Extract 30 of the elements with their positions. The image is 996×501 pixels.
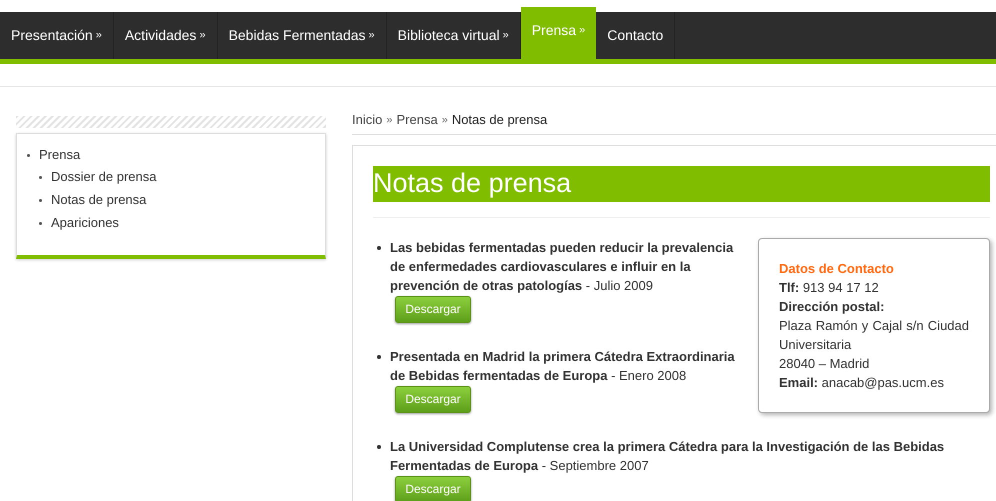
sidebar-link[interactable]: Apariciones bbox=[51, 214, 119, 232]
sidebar-link[interactable]: Prensa bbox=[39, 146, 80, 164]
bullet-icon bbox=[39, 222, 42, 224]
bullet-icon bbox=[39, 198, 42, 202]
press-note-text: Las bebidas fermentadas pueden reducir la prevalencia de enfermedades cardiovasculares e influir en la prevención de otras patologías - Julio 2009 bbox=[390, 238, 734, 294]
nav-tab[interactable]: Actividades » bbox=[114, 12, 218, 59]
sidebar-link[interactable]: Dossier de prensa bbox=[51, 168, 156, 186]
press-note-text: Presentada en Madrid la primera Cátedra Extraordinaria de Bebidas fermentadas de Europa - Enero 2008 bbox=[390, 348, 736, 384]
nav-tab[interactable]: Bebidas Fermentadas » bbox=[218, 12, 387, 59]
contact-line: 28040 – Madrid bbox=[779, 354, 870, 372]
page-title: Notas de prensa bbox=[373, 166, 990, 202]
bullet-icon bbox=[377, 246, 381, 250]
breadcrumb-link[interactable]: Prensa bbox=[396, 110, 438, 130]
contact-line: Dirección postal: bbox=[779, 298, 886, 316]
bullet-icon bbox=[27, 154, 30, 156]
bullet-icon bbox=[377, 354, 381, 358]
contact-line: Plaza Ramón y Cajal s/n Ciudad Universitaria bbox=[779, 316, 969, 354]
contact-line: Tlf: 913 94 17 12 bbox=[779, 278, 880, 296]
contact-heading: Datos de Contacto bbox=[779, 260, 895, 278]
nav-tab[interactable]: Contacto bbox=[596, 12, 676, 59]
bullet-icon bbox=[377, 444, 381, 448]
bullet-icon bbox=[39, 176, 42, 178]
nav-tab[interactable]: Presentación » bbox=[0, 12, 114, 59]
breadcrumb-separator: » bbox=[442, 112, 448, 128]
breadcrumb-link[interactable]: Notas de prensa bbox=[452, 110, 548, 130]
sidebar-link[interactable]: Notas de prensa bbox=[51, 191, 146, 209]
press-note-text: La Universidad Complutense crea la primera Cátedra para la Investigación de las Bebidas Fermentadas de Europa - Septiembre 2007 bbox=[390, 438, 946, 474]
contact-line: Email: anacab@pas.ucm.es bbox=[779, 374, 945, 392]
breadcrumb-link[interactable]: Inicio bbox=[352, 110, 382, 130]
breadcrumb-separator: » bbox=[386, 112, 392, 128]
